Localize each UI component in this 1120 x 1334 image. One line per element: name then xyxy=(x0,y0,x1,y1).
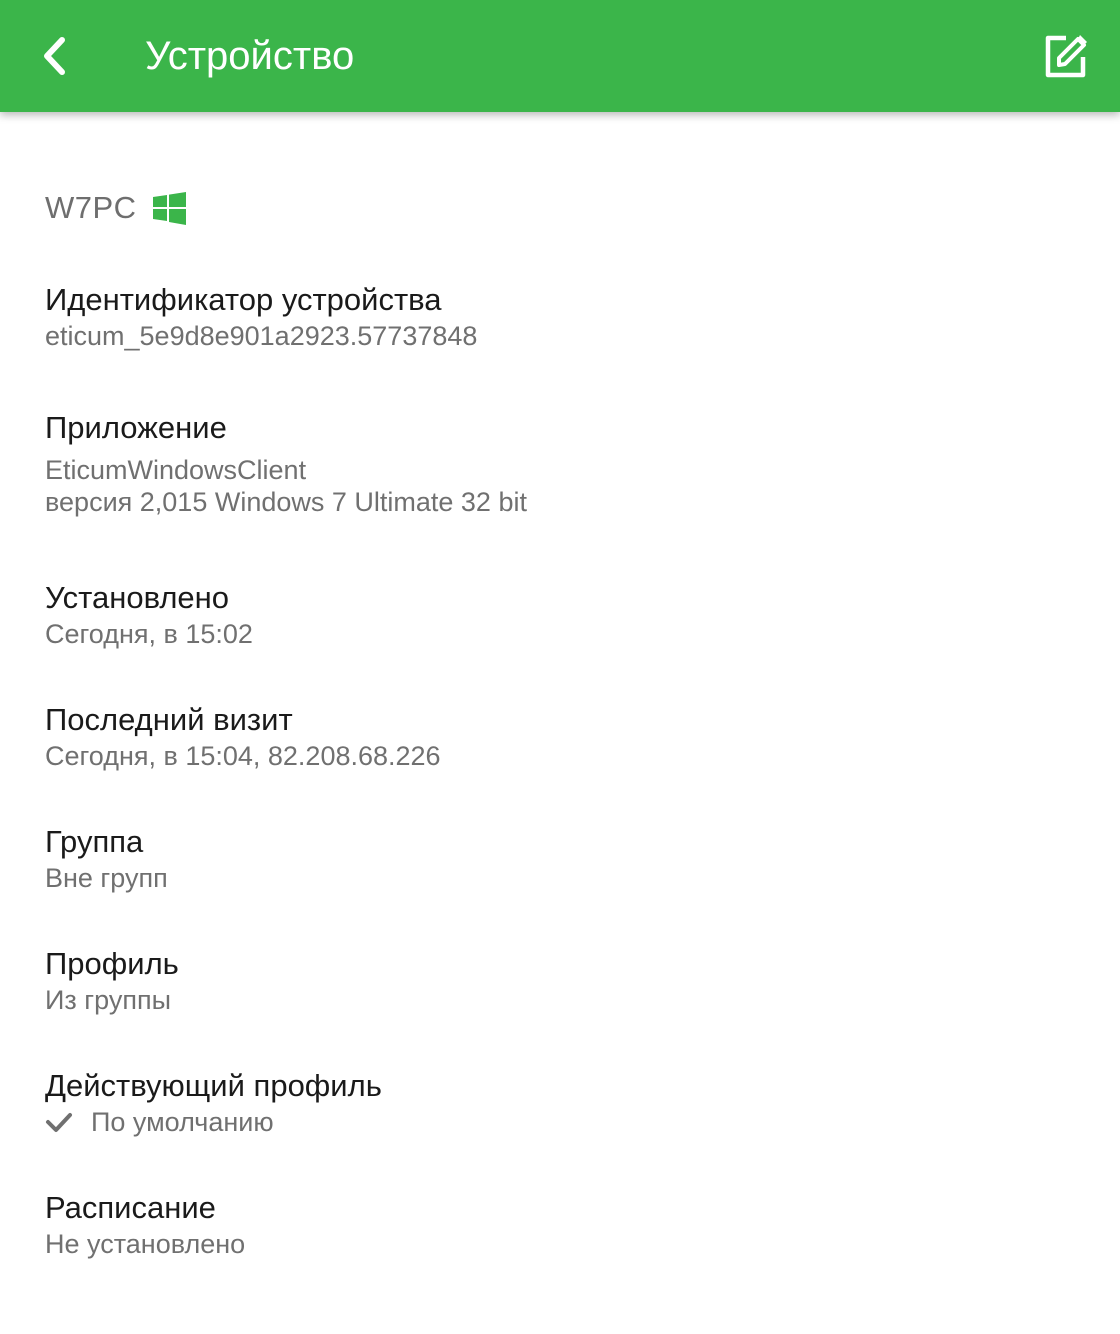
installed-label: Установлено xyxy=(45,580,230,615)
group-field: Группа Вне групп xyxy=(45,822,168,894)
device-name: W7PC xyxy=(45,190,137,225)
group-label: Группа xyxy=(45,824,144,859)
profile-label: Профиль xyxy=(45,946,179,981)
edit-button[interactable] xyxy=(1038,28,1094,84)
windows-logo-icon xyxy=(152,191,186,225)
active-profile-value: По умолчанию xyxy=(91,1107,274,1137)
device-id-label: Идентификатор устройства xyxy=(45,282,442,317)
application-name: EticumWindowsClient xyxy=(45,455,307,485)
page-title: Устройство xyxy=(145,34,355,78)
group-value: Вне групп xyxy=(45,863,168,893)
back-button[interactable] xyxy=(28,28,84,84)
schedule-label: Расписание xyxy=(45,1190,216,1225)
edit-icon xyxy=(1045,35,1087,78)
schedule-value: Не установлено xyxy=(45,1229,246,1259)
profile-value: Из группы xyxy=(45,985,171,1015)
last-visit-field: Последний визит Сегодня, в 15:04, 82.208… xyxy=(45,700,441,772)
device-id-field: Идентификатор устройства eticum_5e9d8e90… xyxy=(45,280,477,352)
check-icon xyxy=(46,1113,72,1132)
app-bar: Устройство xyxy=(0,0,1120,112)
device-header: W7PC xyxy=(45,188,186,228)
last-visit-value: Сегодня, в 15:04, 82.208.68.226 xyxy=(45,741,441,771)
application-label: Приложение xyxy=(45,410,227,445)
device-id-value: eticum_5e9d8e901a2923.57737848 xyxy=(45,321,478,351)
installed-value: Сегодня, в 15:02 xyxy=(45,619,253,649)
chevron-left-icon xyxy=(44,37,65,75)
active-profile-field: Действующий профиль По умолчанию xyxy=(45,1066,382,1138)
active-profile-row: По умолчанию xyxy=(45,1106,382,1138)
schedule-field: Расписание Не установлено xyxy=(45,1188,245,1260)
profile-field: Профиль Из группы xyxy=(45,944,179,1016)
installed-field: Установлено Сегодня, в 15:02 xyxy=(45,578,253,650)
application-field: Приложение EticumWindowsClient версия 2,… xyxy=(45,408,527,518)
application-version: версия 2,015 Windows 7 Ultimate 32 bit xyxy=(45,487,527,517)
last-visit-label: Последний визит xyxy=(45,702,293,737)
active-profile-label: Действующий профиль xyxy=(45,1068,382,1103)
